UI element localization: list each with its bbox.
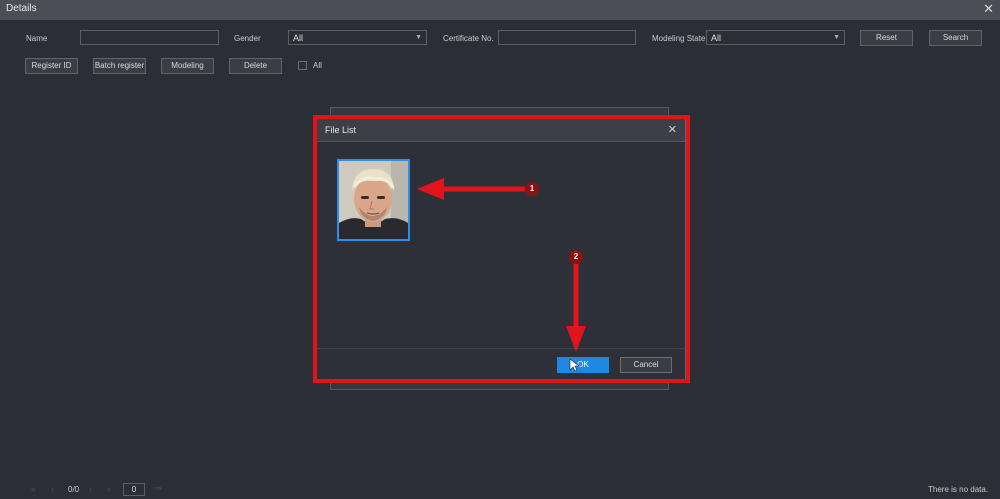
delete-button[interactable]: Delete (229, 58, 282, 74)
search-button[interactable]: Search (929, 30, 982, 46)
window-close-icon[interactable]: ✕ (983, 2, 994, 16)
go-page-icon[interactable]: ⇒ (154, 483, 162, 494)
modeling-state-select-value: All (711, 33, 722, 43)
chevron-down-icon: ▼ (415, 34, 422, 41)
certificate-label: Certificate No. (443, 34, 494, 43)
modeling-state-label: Modeling State (652, 34, 706, 43)
gender-label: Gender (234, 34, 261, 43)
name-input[interactable] (80, 30, 219, 45)
select-all-label: All (313, 61, 322, 70)
empty-data-text: There is no data. (928, 485, 989, 494)
window-titlebar: Details ✕ (0, 0, 1000, 20)
page-info: 0/0 (68, 485, 80, 494)
modeling-button[interactable]: Modeling (161, 58, 214, 74)
annotation-highlight-frame (313, 115, 690, 383)
certificate-input[interactable] (498, 30, 636, 45)
window-title: Details (6, 3, 37, 14)
reset-button[interactable]: Reset (860, 30, 913, 46)
modeling-state-select[interactable]: All ▼ (706, 30, 845, 45)
select-all-checkbox[interactable] (298, 61, 307, 70)
register-id-button[interactable]: Register ID (25, 58, 78, 74)
first-page-icon[interactable]: « (31, 484, 36, 494)
next-page-icon[interactable]: › (89, 484, 92, 494)
last-page-icon[interactable]: » (106, 484, 111, 494)
gender-select-value: All (293, 33, 304, 43)
chevron-down-icon: ▼ (833, 34, 840, 41)
prev-page-icon[interactable]: ‹ (51, 484, 54, 494)
batch-register-button[interactable]: Batch register (93, 58, 146, 74)
page-number-input[interactable]: 0 (123, 483, 145, 496)
step-badge-1: 1 (525, 182, 539, 196)
gender-select[interactable]: All ▼ (288, 30, 427, 45)
name-label: Name (26, 34, 48, 43)
step-badge-2: 2 (569, 250, 583, 264)
